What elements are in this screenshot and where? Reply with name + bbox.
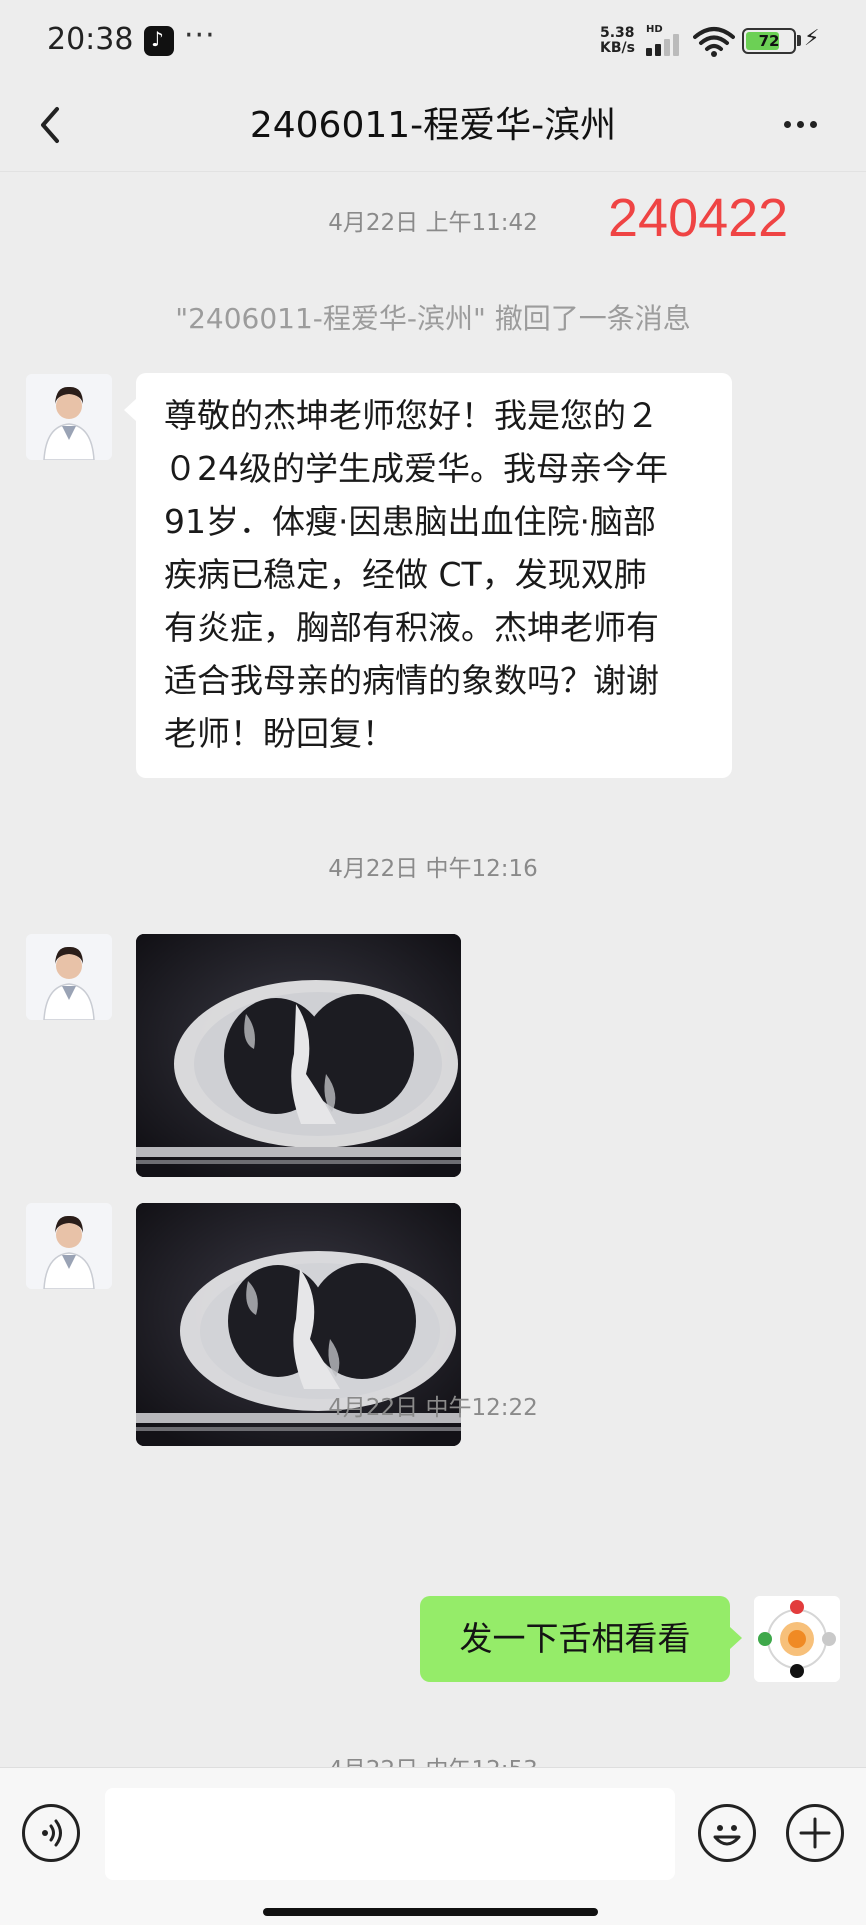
contact-avatar-image	[26, 934, 112, 1020]
tiktok-icon	[144, 26, 174, 56]
status-more: ···	[184, 18, 216, 53]
message-line: 91岁．体瘦·因患脑出血住院·脑部	[164, 502, 656, 541]
contact-avatar[interactable]	[26, 374, 112, 460]
message-bubble-incoming[interactable]: 尊敬的杰坤老师您好！我是您的２ ０24级的学生成爱华。我母亲今年 91岁．体瘦·…	[124, 373, 732, 778]
my-avatar-image	[754, 1596, 840, 1682]
recall-notice: "2406011-程爱华-滨州" 撤回了一条消息	[175, 302, 691, 335]
back-button[interactable]	[28, 100, 78, 150]
status-bar: 20:38 ··· 5.38 KB/s HD 72 ⚡	[0, 0, 866, 82]
chat-title: 2406011-程爱华-滨州	[249, 105, 617, 146]
timestamp: 4月22日 中午12:53	[0, 1750, 866, 1767]
battery-icon: 72	[742, 28, 796, 54]
message-list[interactable]: 4月22日 上午11:42 240422 "2406011-程爱华-滨州" 撤回…	[0, 173, 866, 1767]
message-line: ０24级的学生成爱华。我母亲今年	[164, 449, 668, 488]
voice-button[interactable]	[22, 1804, 80, 1862]
more-functions-button[interactable]	[786, 1804, 844, 1862]
contact-avatar[interactable]	[26, 934, 112, 1020]
contact-avatar-image	[26, 1203, 112, 1289]
net-speed-value: 5.38	[600, 25, 635, 41]
message-bubble-outgoing[interactable]: 发一下舌相看看	[420, 1596, 742, 1682]
message-line: 尊敬的杰坤老师您好！我是您的２	[164, 396, 659, 435]
status-time: 20:38	[47, 22, 134, 57]
battery-cap	[797, 35, 801, 46]
message-line: 疾病已稳定，经做 CT，发现双肺	[164, 555, 647, 594]
message-line: 有炎症，胸部有积液。杰坤老师有	[164, 608, 659, 647]
timestamp: 4月22日 中午12:16	[328, 856, 538, 882]
message-input[interactable]	[105, 1788, 675, 1880]
my-avatar[interactable]	[754, 1596, 840, 1682]
input-bar	[0, 1767, 866, 1925]
contact-avatar[interactable]	[26, 1203, 112, 1289]
battery-level: 72	[758, 32, 780, 50]
ct-scan-image[interactable]	[136, 934, 461, 1177]
chat-screen: 20:38 ··· 5.38 KB/s HD 72 ⚡ 2406011-程爱华-…	[0, 0, 866, 1925]
message-line: 老师！盼回复！	[164, 714, 395, 753]
net-speed-unit: KB/s	[600, 40, 635, 56]
timestamp: 4月22日 中午12:22	[328, 1395, 538, 1421]
date-tag: 240422	[608, 188, 789, 248]
home-indicator[interactable]	[263, 1908, 598, 1916]
more-options-button[interactable]	[776, 104, 826, 144]
voice-icon	[42, 1819, 62, 1847]
net-speed: 5.38 KB/s	[600, 26, 635, 56]
plus-icon	[799, 1817, 831, 1849]
chat-header: 2406011-程爱华-滨州	[0, 82, 866, 172]
charging-icon: ⚡	[804, 26, 820, 51]
signal-icon	[646, 34, 684, 56]
message-line: 适合我母亲的病情的象数吗？谢谢	[164, 661, 659, 700]
emoji-icon	[713, 1825, 741, 1846]
wifi-icon	[693, 27, 735, 57]
emoji-button[interactable]	[698, 1804, 756, 1862]
contact-avatar-image	[26, 374, 112, 460]
